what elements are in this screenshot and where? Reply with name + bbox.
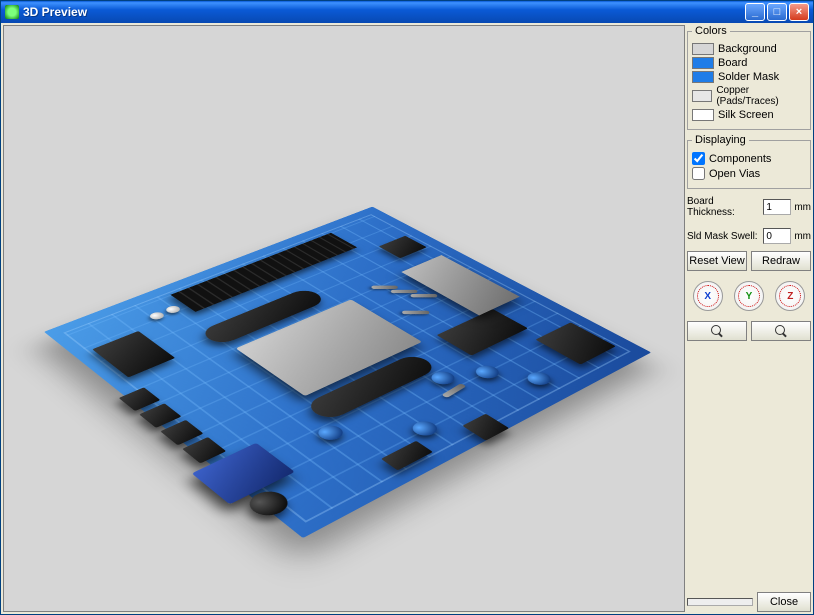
minimize-button[interactable]: _ [745, 3, 765, 21]
sidebar: Colors Background Board Solder Mask Copp… [687, 25, 811, 612]
board-thickness-row: Board Thickness: mm [687, 196, 811, 218]
progress-slot [687, 598, 753, 606]
open-vias-checkbox-row: Open Vias [692, 167, 806, 180]
color-board[interactable]: Board [692, 57, 806, 69]
colors-panel: Colors Background Board Solder Mask Copp… [687, 25, 811, 130]
redraw-button[interactable]: Redraw [751, 251, 811, 271]
maximize-button[interactable]: □ [767, 3, 787, 21]
close-button[interactable]: Close [757, 592, 811, 612]
mask-swell-row: Sld Mask Swell: mm [687, 228, 811, 244]
zoom-out-icon [775, 325, 787, 337]
color-background[interactable]: Background [692, 43, 806, 55]
close-window-button[interactable]: × [789, 3, 809, 21]
app-window: 3D Preview _ □ × [0, 0, 814, 615]
app-icon [5, 5, 19, 19]
color-silk-screen[interactable]: Silk Screen [692, 109, 806, 121]
color-solder-mask[interactable]: Solder Mask [692, 71, 806, 83]
titlebar[interactable]: 3D Preview _ □ × [1, 1, 813, 23]
zoom-in-button[interactable] [687, 321, 747, 341]
board-thickness-input[interactable] [763, 199, 791, 215]
swatch-background [692, 43, 714, 55]
swatch-silk [692, 109, 714, 121]
displaying-panel: Displaying Components Open Vias [687, 134, 811, 189]
axis-x-button[interactable]: X [693, 281, 723, 311]
colors-legend: Colors [692, 25, 730, 37]
axis-z-button[interactable]: Z [775, 281, 805, 311]
components-checkbox[interactable] [692, 152, 705, 165]
reset-view-button[interactable]: Reset View [687, 251, 747, 271]
swatch-solder-mask [692, 71, 714, 83]
components-checkbox-row: Components [692, 152, 806, 165]
axis-controls: X Y Z [687, 275, 811, 317]
displaying-legend: Displaying [692, 134, 749, 146]
swatch-board [692, 57, 714, 69]
zoom-out-button[interactable] [751, 321, 811, 341]
axis-y-button[interactable]: Y [734, 281, 764, 311]
pcb-board [44, 206, 651, 537]
open-vias-checkbox[interactable] [692, 167, 705, 180]
swatch-copper [692, 90, 712, 102]
color-copper[interactable]: Copper (Pads/Traces) [692, 85, 806, 107]
mask-swell-input[interactable] [763, 228, 791, 244]
zoom-in-icon [711, 325, 723, 337]
window-title: 3D Preview [23, 5, 745, 19]
viewport-3d[interactable] [3, 25, 685, 612]
